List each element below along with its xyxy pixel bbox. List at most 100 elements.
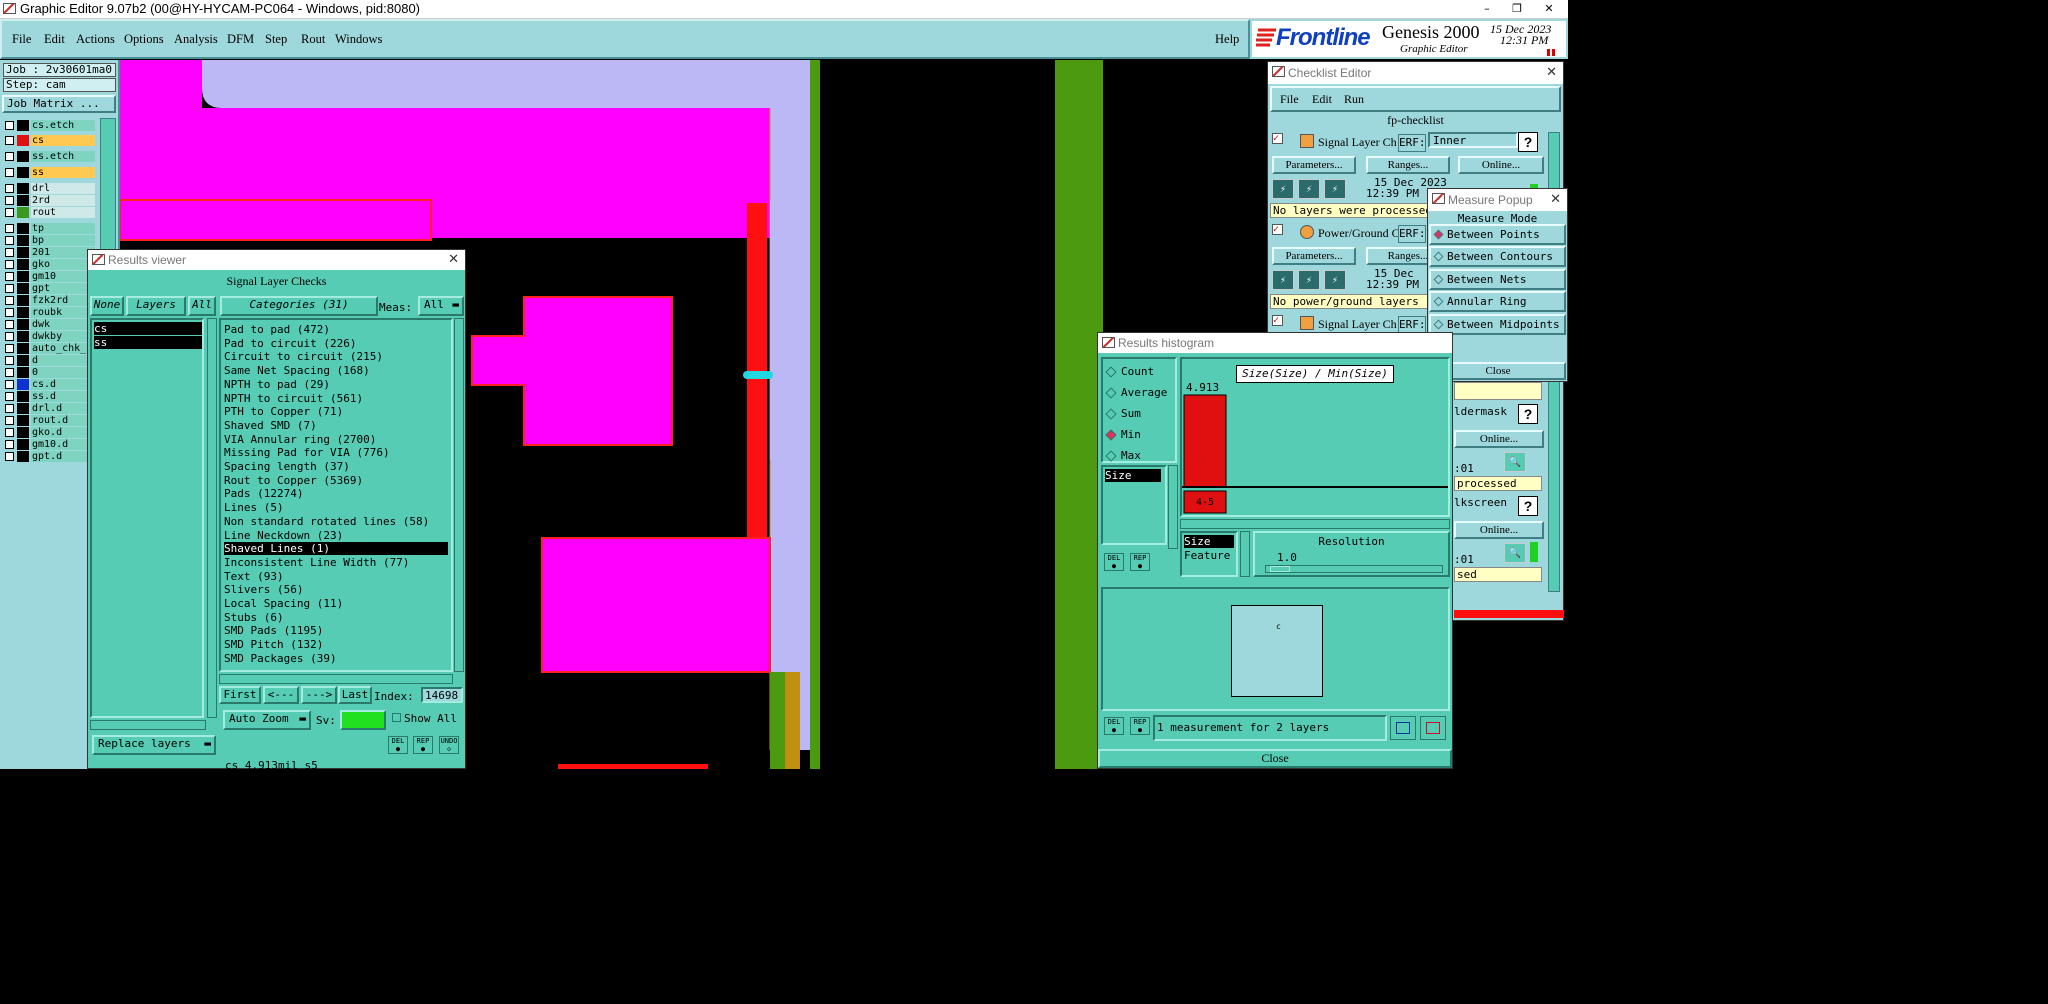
layer-name[interactable]: cs.etch: [31, 120, 95, 131]
layer-checkbox[interactable]: [5, 344, 14, 353]
item-checkbox[interactable]: ✓: [1272, 224, 1283, 235]
resolution-item[interactable]: Feature: [1184, 549, 1230, 562]
layer-row[interactable]: auto_chk_p: [5, 343, 95, 354]
checklist-menu-run[interactable]: Run: [1344, 92, 1364, 107]
layer-color-swatch[interactable]: [17, 439, 29, 450]
layer-checkbox[interactable]: [5, 272, 14, 281]
run-icon[interactable]: ⚡: [1298, 179, 1320, 199]
meas-dropdown[interactable]: All ▬: [418, 296, 464, 316]
category-item[interactable]: Rout to Copper (5369): [224, 474, 448, 487]
run-icon[interactable]: ⚡: [1298, 270, 1320, 290]
replace-layers-dropdown[interactable]: Replace layers ▬: [92, 735, 216, 755]
restore-button[interactable]: ❐: [1502, 0, 1532, 18]
layer-row[interactable]: dwkby: [5, 331, 95, 342]
layer-name[interactable]: dwkby: [31, 331, 95, 342]
layer-row[interactable]: bp: [5, 235, 95, 246]
layer-checkbox[interactable]: [5, 332, 14, 341]
item-checkbox[interactable]: ✓: [1272, 133, 1283, 144]
layer-name[interactable]: gko: [31, 259, 95, 270]
layer-name[interactable]: cs.d: [31, 379, 95, 390]
layer-checkbox[interactable]: [5, 452, 14, 461]
category-item[interactable]: Text (93): [224, 570, 448, 583]
layer-name[interactable]: d: [31, 355, 95, 366]
layer-checkbox[interactable]: [5, 248, 14, 257]
category-item[interactable]: SMD Pitch (132): [224, 638, 448, 651]
show-all-checkbox[interactable]: [392, 713, 401, 722]
category-item[interactable]: Pad to pad (472): [224, 323, 448, 336]
layer-row[interactable]: d: [5, 355, 95, 366]
category-item[interactable]: Non standard rotated lines (58): [224, 515, 448, 528]
layer-checkbox[interactable]: [5, 404, 14, 413]
category-item[interactable]: Circuit to circuit (215): [224, 350, 448, 363]
del-icon[interactable]: DEL ●: [1104, 717, 1124, 735]
result-layer-item[interactable]: cs: [94, 322, 202, 335]
menu-analysis[interactable]: Analysis: [174, 32, 218, 47]
help-icon[interactable]: ?: [1518, 404, 1538, 424]
measure-mode-between-nets[interactable]: Between Nets: [1429, 268, 1566, 290]
layer-checkbox[interactable]: [5, 136, 14, 145]
online-button[interactable]: Online...: [1458, 156, 1544, 174]
layer-checkbox[interactable]: [5, 296, 14, 305]
layer-checkbox[interactable]: [5, 284, 14, 293]
erf-input[interactable]: Inner: [1428, 132, 1518, 148]
layer-name[interactable]: auto_chk_p: [31, 343, 95, 354]
layer-color-swatch[interactable]: [17, 207, 29, 218]
category-item[interactable]: Pad to circuit (226): [224, 337, 448, 350]
layer-color-swatch[interactable]: [17, 151, 29, 162]
layer-checkbox[interactable]: [5, 356, 14, 365]
stat-count-radio[interactable]: Count: [1105, 365, 1154, 378]
layer-name[interactable]: gm10: [31, 271, 95, 282]
category-item[interactable]: Pads (12274): [224, 487, 448, 500]
prev-button[interactable]: <---: [263, 686, 299, 704]
job-matrix-button[interactable]: Job Matrix ...: [2, 95, 116, 113]
layer-row[interactable]: gpt: [5, 283, 95, 294]
stat-max-radio[interactable]: Max: [1105, 449, 1141, 462]
parameters-button[interactable]: Parameters...: [1272, 247, 1356, 265]
layer-color-swatch[interactable]: [17, 319, 29, 330]
layer-row[interactable]: rout.d: [5, 415, 95, 426]
layer-name[interactable]: rout: [31, 207, 95, 218]
layer-checkbox[interactable]: [5, 428, 14, 437]
layer-color-swatch[interactable]: [17, 451, 29, 462]
all-button[interactable]: All: [188, 296, 216, 316]
layer-checkbox[interactable]: [5, 184, 14, 193]
layer-name[interactable]: fzk2rd: [31, 295, 95, 306]
layer-row[interactable]: cs: [5, 135, 95, 146]
layer-color-swatch[interactable]: [17, 195, 29, 206]
chart-hscroll[interactable]: [1180, 519, 1450, 529]
zoom-icon[interactable]: 🔍: [1504, 452, 1526, 472]
layer-name[interactable]: dwk: [31, 319, 95, 330]
layer-checkbox[interactable]: [5, 380, 14, 389]
category-item[interactable]: Lines (5): [224, 501, 448, 514]
rep-icon[interactable]: REP ●: [413, 736, 433, 754]
layer-name[interactable]: gpt.d: [31, 451, 95, 462]
layer-name[interactable]: cs: [31, 135, 95, 146]
layer-row[interactable]: dwk: [5, 319, 95, 330]
layer-color-swatch[interactable]: [17, 271, 29, 282]
layer-name[interactable]: tp: [31, 223, 95, 234]
layer-list-hscroll[interactable]: [90, 720, 206, 730]
layer-name[interactable]: gpt: [31, 283, 95, 294]
run-icon[interactable]: ⚡: [1272, 179, 1294, 199]
measure-mode-between-contours[interactable]: Between Contours: [1429, 246, 1566, 268]
layer-name[interactable]: gm10.d: [31, 439, 95, 450]
layer-row[interactable]: gpt.d: [5, 451, 95, 462]
run-icon[interactable]: ⚡: [1272, 270, 1294, 290]
menu-windows[interactable]: Windows: [335, 32, 382, 47]
category-item[interactable]: PTH to Copper (71): [224, 405, 448, 418]
layer-row[interactable]: cs.d: [5, 379, 95, 390]
category-item[interactable]: Shaved SMD (7): [224, 419, 448, 432]
ranges-button[interactable]: Ranges...: [1366, 156, 1450, 174]
menu-actions[interactable]: Actions: [76, 32, 115, 47]
categories-button[interactable]: Categories (31): [220, 296, 378, 316]
layer-checkbox[interactable]: [5, 260, 14, 269]
category-item[interactable]: Missing Pad for VIA (776): [224, 446, 448, 459]
report-icon[interactable]: [1420, 716, 1446, 740]
category-item[interactable]: SMD Packages (39): [224, 652, 448, 665]
last-button[interactable]: Last: [338, 686, 372, 704]
layer-row[interactable]: tp: [5, 223, 95, 234]
attr-item[interactable]: Size: [1105, 469, 1161, 482]
layer-color-swatch[interactable]: [17, 307, 29, 318]
layer-checkbox[interactable]: [5, 121, 14, 130]
layer-name[interactable]: ss.d: [31, 391, 95, 402]
